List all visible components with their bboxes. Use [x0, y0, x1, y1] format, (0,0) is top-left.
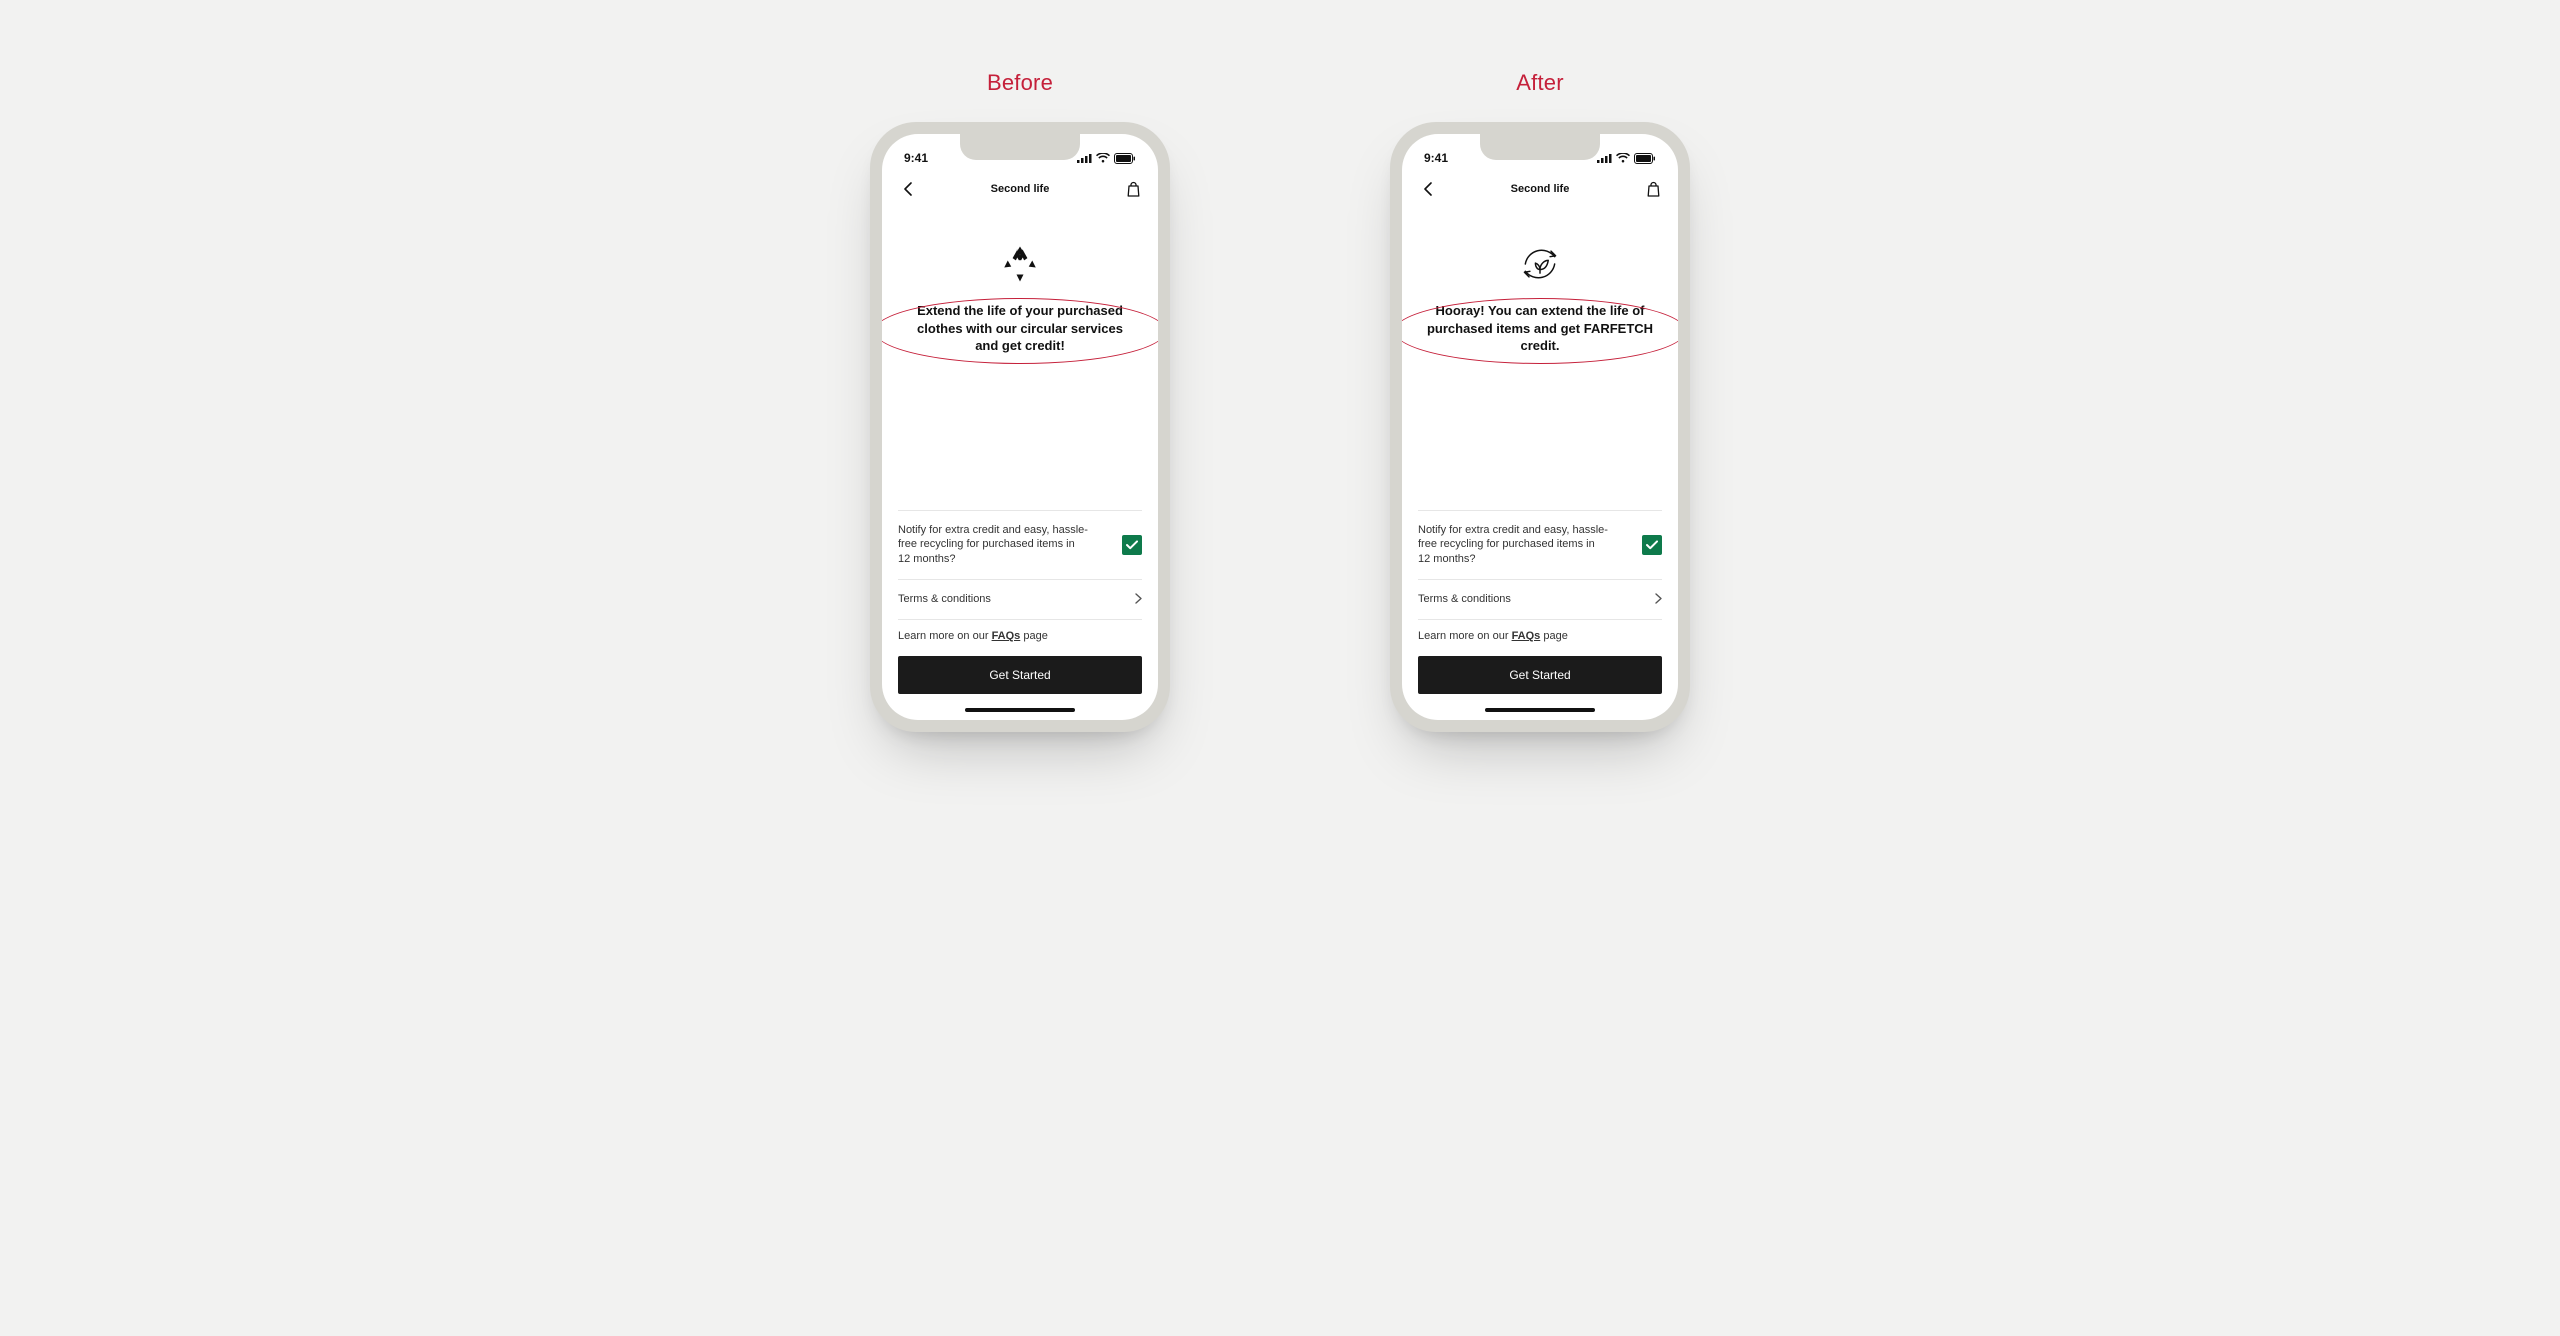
- status-time: 9:41: [1424, 151, 1448, 165]
- before-column: Before 9:41 Second life: [870, 70, 1170, 732]
- chevron-left-icon: [903, 182, 912, 196]
- shopping-bag-button[interactable]: [1124, 180, 1142, 198]
- status-indicators: [1597, 153, 1656, 164]
- screen-content: Hooray! You can extend the life of purch…: [1402, 206, 1678, 720]
- hero-section: Hooray! You can extend the life of purch…: [1418, 206, 1662, 355]
- status-time: 9:41: [904, 151, 928, 165]
- wifi-icon: [1616, 153, 1630, 163]
- phone-frame-after: 9:41 Second life: [1390, 122, 1690, 732]
- check-icon: [1126, 540, 1138, 550]
- after-label: After: [1516, 70, 1563, 96]
- terms-label: Terms & conditions: [1418, 592, 1511, 607]
- back-button[interactable]: [898, 180, 916, 198]
- status-indicators: [1077, 153, 1136, 164]
- back-button[interactable]: [1418, 180, 1436, 198]
- wifi-icon: [1096, 153, 1110, 163]
- after-column: After 9:41 Second life: [1390, 70, 1690, 732]
- shopping-bag-button[interactable]: [1644, 180, 1662, 198]
- phone-notch: [960, 134, 1080, 160]
- chevron-right-icon: [1135, 593, 1142, 607]
- chevron-right-icon: [1655, 593, 1662, 607]
- phone-screen: 9:41 Second life: [1402, 134, 1678, 720]
- nav-bar: Second life: [1402, 170, 1678, 206]
- notify-checkbox[interactable]: [1642, 535, 1662, 555]
- phone-notch: [1480, 134, 1600, 160]
- get-started-button[interactable]: Get Started: [1418, 656, 1662, 694]
- notify-row[interactable]: Notify for extra credit and easy, hassle…: [898, 510, 1142, 580]
- hero-headline: Extend the life of your purchased clothe…: [898, 302, 1142, 355]
- terms-row[interactable]: Terms & conditions: [898, 579, 1142, 619]
- hero-headline: Hooray! You can extend the life of purch…: [1418, 302, 1662, 355]
- notify-label: Notify for extra credit and easy, hassle…: [1418, 523, 1608, 568]
- notify-label: Notify for extra credit and easy, hassle…: [898, 523, 1088, 568]
- check-icon: [1646, 540, 1658, 550]
- terms-label: Terms & conditions: [898, 592, 991, 607]
- home-indicator: [1485, 708, 1595, 712]
- phone-frame-before: 9:41 Second life: [870, 122, 1170, 732]
- recycle-icon: [998, 242, 1042, 286]
- faq-text: Learn more on our FAQs page: [1418, 619, 1662, 656]
- faq-text: Learn more on our FAQs page: [898, 619, 1142, 656]
- faq-link[interactable]: FAQs: [1512, 630, 1541, 642]
- notify-row[interactable]: Notify for extra credit and easy, hassle…: [1418, 510, 1662, 580]
- hero-section: Extend the life of your purchased clothe…: [898, 206, 1142, 355]
- shopping-bag-icon: [1126, 181, 1141, 197]
- nav-bar: Second life: [882, 170, 1158, 206]
- before-label: Before: [987, 70, 1053, 96]
- chevron-left-icon: [1423, 182, 1432, 196]
- notify-checkbox[interactable]: [1122, 535, 1142, 555]
- faq-link[interactable]: FAQs: [992, 630, 1021, 642]
- nav-title: Second life: [991, 183, 1050, 195]
- leaf-cycle-icon: [1518, 242, 1562, 286]
- nav-title: Second life: [1511, 183, 1570, 195]
- screen-content: Extend the life of your purchased clothe…: [882, 206, 1158, 720]
- shopping-bag-icon: [1646, 181, 1661, 197]
- terms-row[interactable]: Terms & conditions: [1418, 579, 1662, 619]
- get-started-button[interactable]: Get Started: [898, 656, 1142, 694]
- battery-icon: [1114, 153, 1136, 164]
- cellular-icon: [1077, 153, 1092, 163]
- battery-icon: [1634, 153, 1656, 164]
- home-indicator: [965, 708, 1075, 712]
- phone-screen: 9:41 Second life: [882, 134, 1158, 720]
- cellular-icon: [1597, 153, 1612, 163]
